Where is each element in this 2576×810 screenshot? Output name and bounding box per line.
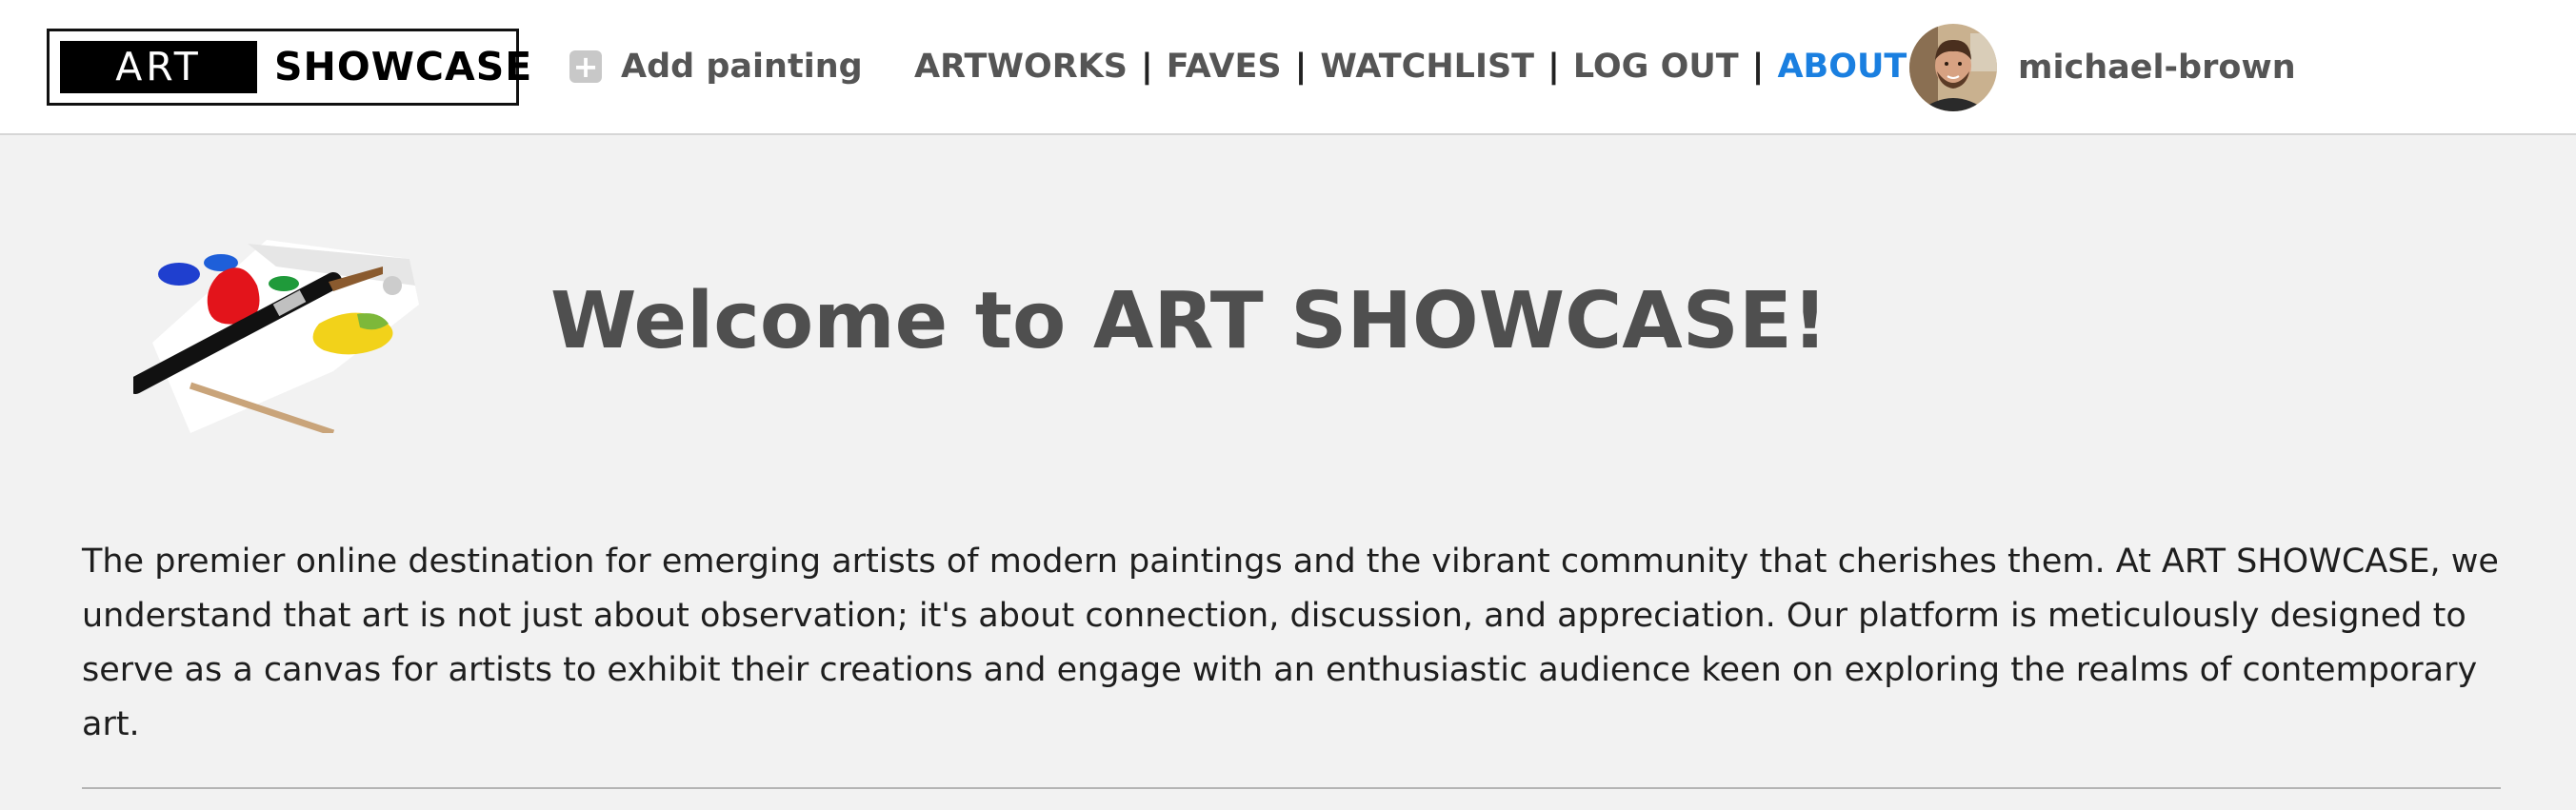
logo-art-text: ART bbox=[60, 41, 257, 93]
user-avatar-icon[interactable] bbox=[1909, 24, 1997, 111]
main-nav: ARTWORKS | FAVES | WATCHLIST | LOG OUT |… bbox=[914, 40, 1907, 93]
nav-separator: | bbox=[1751, 48, 1765, 86]
nav-separator: | bbox=[1140, 48, 1153, 86]
nav-watchlist[interactable]: WATCHLIST bbox=[1320, 48, 1534, 86]
avatar-photo-icon bbox=[1909, 24, 1997, 111]
plus-square-icon: + bbox=[569, 50, 602, 83]
add-painting-button[interactable]: + Add painting bbox=[569, 40, 863, 93]
logo-showcase-text: SHOWCASE bbox=[274, 44, 533, 89]
page-title: Welcome to ART SHOWCASE! bbox=[550, 276, 1828, 366]
nav-log-out[interactable]: LOG OUT bbox=[1573, 48, 1739, 86]
add-painting-label: Add painting bbox=[621, 48, 863, 86]
palette-brush-icon bbox=[127, 240, 419, 437]
user-menu[interactable]: michael-brown bbox=[1909, 23, 2296, 112]
intro-paragraph: The premier online destination for emerg… bbox=[82, 543, 2499, 743]
nav-separator: | bbox=[1548, 48, 1560, 86]
nav-faves[interactable]: FAVES bbox=[1167, 48, 1282, 86]
username-label[interactable]: michael-brown bbox=[2018, 49, 2296, 87]
nav-about[interactable]: ABOUT bbox=[1777, 48, 1907, 86]
site-logo[interactable]: ART SHOWCASE bbox=[47, 29, 531, 106]
top-header: ART SHOWCASE + Add painting ARTWORKS | F… bbox=[0, 0, 2576, 135]
paint-palette-illustration bbox=[127, 228, 429, 437]
nav-artworks[interactable]: ARTWORKS bbox=[914, 48, 1128, 86]
section-divider bbox=[82, 787, 2501, 789]
nav-separator: | bbox=[1294, 48, 1308, 86]
